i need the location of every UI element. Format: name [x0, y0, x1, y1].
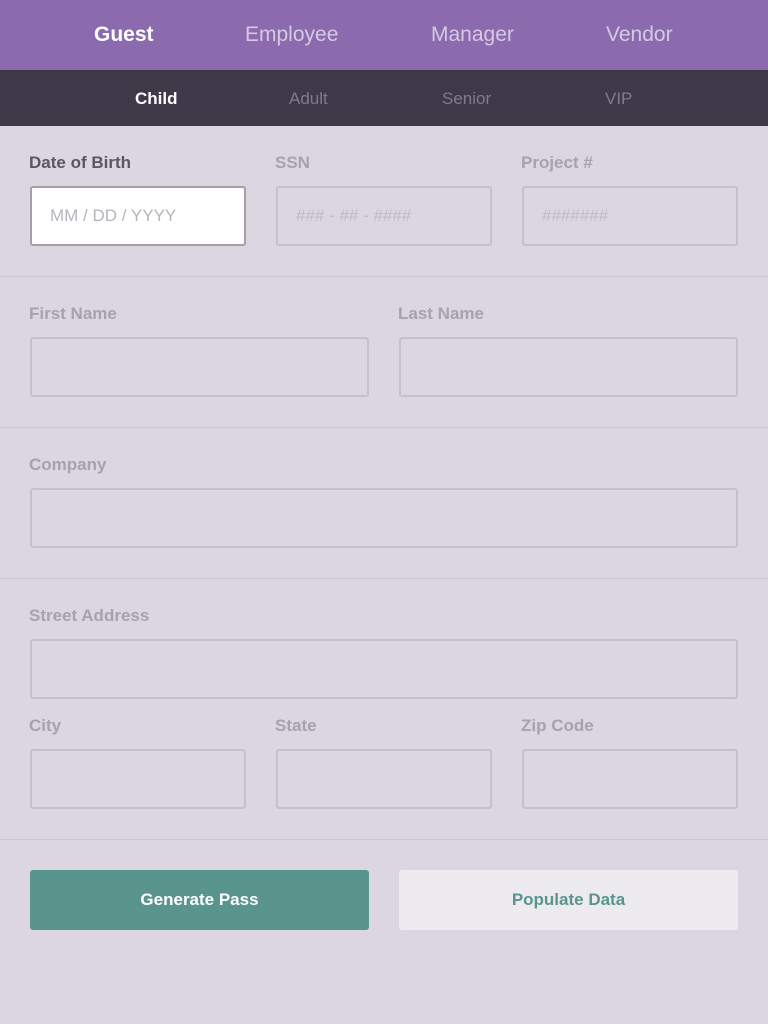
dob-label: Date of Birth [29, 153, 131, 172]
tab-employee[interactable]: Employee [245, 0, 338, 70]
tab-manager[interactable]: Manager [431, 0, 514, 70]
entrant-subtype-bar: Child Adult Senior VIP [0, 70, 768, 126]
state-field[interactable] [276, 749, 492, 809]
city-label: City [29, 716, 62, 735]
last-name-label: Last Name [398, 304, 484, 323]
zip-code-field[interactable] [522, 749, 738, 809]
state-label: State [275, 716, 317, 735]
subtab-adult[interactable]: Adult [289, 70, 328, 126]
first-name-field[interactable] [30, 337, 369, 397]
section-divider [0, 276, 768, 277]
first-name-label: First Name [29, 304, 117, 323]
subtab-child[interactable]: Child [135, 70, 178, 126]
project-number-field[interactable] [522, 186, 738, 246]
street-address-label: Street Address [29, 606, 150, 625]
subtab-senior[interactable]: Senior [442, 70, 491, 126]
street-address-field[interactable] [30, 639, 738, 699]
section-divider [0, 427, 768, 428]
populate-data-button[interactable]: Populate Data [399, 870, 738, 930]
tab-guest[interactable]: Guest [94, 0, 154, 70]
dob-field[interactable] [30, 186, 246, 246]
city-field[interactable] [30, 749, 246, 809]
project-number-label: Project # [521, 153, 593, 172]
ssn-label: SSN [275, 153, 310, 172]
generate-pass-button[interactable]: Generate Pass [30, 870, 369, 930]
section-divider [0, 839, 768, 840]
tab-vendor[interactable]: Vendor [606, 0, 673, 70]
subtab-vip[interactable]: VIP [605, 70, 632, 126]
section-divider [0, 578, 768, 579]
entrant-type-bar: Guest Employee Manager Vendor [0, 0, 768, 70]
zip-code-label: Zip Code [521, 716, 594, 735]
ssn-field[interactable] [276, 186, 492, 246]
company-field[interactable] [30, 488, 738, 548]
company-label: Company [29, 455, 107, 474]
last-name-field[interactable] [399, 337, 738, 397]
